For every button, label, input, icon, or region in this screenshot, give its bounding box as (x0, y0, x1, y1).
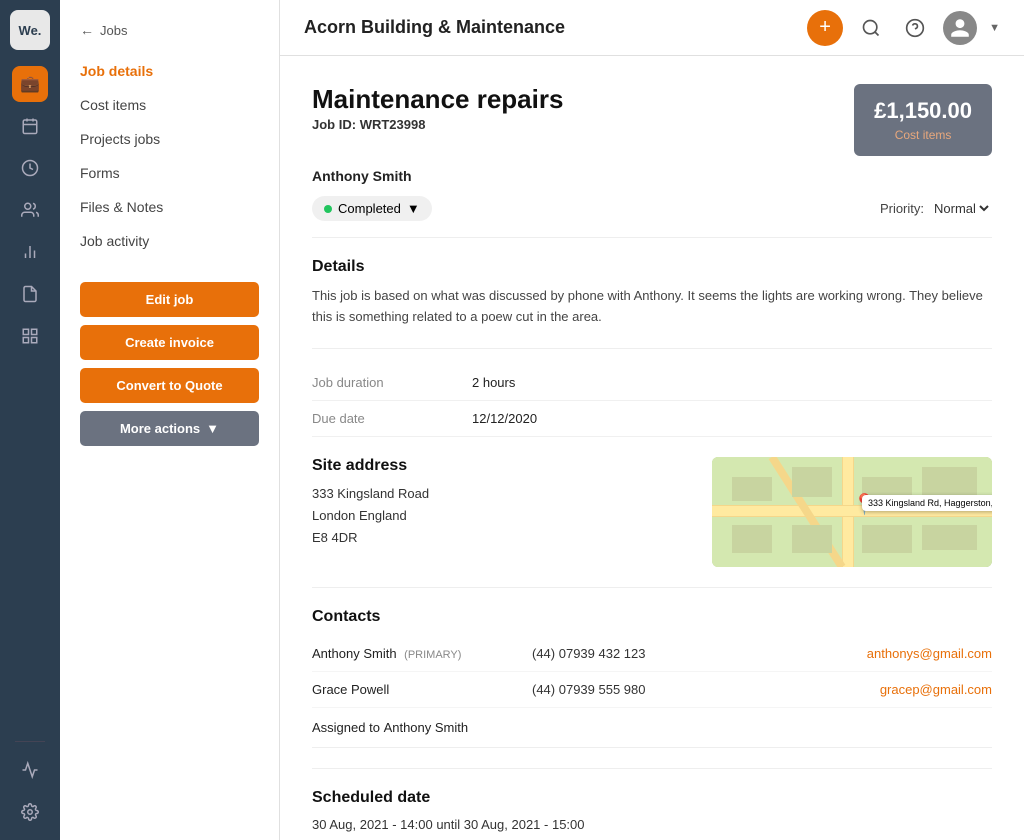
status-badge[interactable]: Completed ▼ (312, 196, 432, 221)
job-title-section: Maintenance repairs Job ID: WRT23998 (312, 84, 563, 132)
nav-sidebar: ← Jobs Job details Cost items Projects j… (60, 0, 280, 840)
back-arrow-icon: ← (80, 22, 94, 38)
contact-1-name: Anthony Smith (PRIMARY) (312, 646, 532, 661)
scheduled-value: 30 Aug, 2021 - 14:00 until 30 Aug, 2021 … (312, 817, 992, 832)
cost-amount: £1,150.00 (874, 98, 972, 124)
details-section-title: Details (312, 258, 992, 276)
details-description: This job is based on what was discussed … (312, 286, 992, 328)
contact-row-2: Grace Powell (44) 07939 555 980 gracep@g… (312, 672, 992, 708)
priority-select[interactable]: Normal High Low (930, 200, 992, 217)
top-header: Acorn Building & Maintenance + ▼ (280, 0, 1024, 56)
contact-primary-badge: (PRIMARY) (404, 649, 461, 661)
contact-2-name: Grace Powell (312, 682, 532, 697)
avatar-chevron-icon[interactable]: ▼ (989, 22, 1000, 34)
site-section-title: Site address (312, 457, 688, 475)
contacts-section: Contacts Anthony Smith (PRIMARY) (44) 07… (312, 588, 992, 769)
calendar-icon[interactable] (12, 108, 48, 144)
duration-label: Job duration (312, 375, 472, 390)
nav-item-projects-jobs[interactable]: Projects jobs (60, 122, 279, 156)
action-buttons: Edit job Create invoice Convert to Quote… (60, 266, 279, 462)
job-header: Maintenance repairs Job ID: WRT23998 £1,… (312, 84, 992, 156)
contact-row-1: Anthony Smith (PRIMARY) (44) 07939 432 1… (312, 636, 992, 672)
site-address: 333 Kingsland Road London England E8 4DR (312, 483, 688, 549)
avatar[interactable] (943, 11, 977, 45)
contact-1-phone: (44) 07939 432 123 (532, 646, 867, 661)
status-label: Completed (338, 201, 401, 216)
nav-item-files-notes[interactable]: Files & Notes (60, 190, 279, 224)
nav-item-forms[interactable]: Forms (60, 156, 279, 190)
duration-value: 2 hours (472, 375, 515, 390)
status-row: Completed ▼ Priority: Normal High Low (312, 196, 992, 238)
assigned-to: Anthony Smith (384, 720, 469, 735)
site-line3: E8 4DR (312, 527, 688, 549)
briefcase-icon[interactable]: 💼 (12, 66, 48, 102)
due-value: 12/12/2020 (472, 411, 537, 426)
back-to-jobs[interactable]: ← Jobs (60, 16, 279, 44)
priority-label: Priority: (880, 201, 924, 216)
cost-box: £1,150.00 Cost items (854, 84, 992, 156)
more-actions-label: More actions (120, 421, 200, 436)
job-id-label: Job ID: (312, 117, 356, 132)
help-icon[interactable] (899, 12, 931, 44)
contact-2-phone: (44) 07939 555 980 (532, 682, 880, 697)
status-dot (324, 205, 332, 213)
header-icons: + ▼ (807, 10, 1000, 46)
nav-item-job-details[interactable]: Job details (60, 54, 279, 88)
due-label: Due date (312, 411, 472, 426)
site-map[interactable]: 📍 333 Kingsland Rd, Haggerston, London..… (712, 457, 992, 567)
create-invoice-button[interactable]: Create invoice (80, 325, 259, 360)
site-info: Site address 333 Kingsland Road London E… (312, 457, 688, 549)
site-section: Site address 333 Kingsland Road London E… (312, 437, 992, 588)
site-line2: London England (312, 505, 688, 527)
more-actions-button[interactable]: More actions ▼ (80, 411, 259, 446)
contact-2-email[interactable]: gracep@gmail.com (880, 682, 992, 697)
cost-items-link[interactable]: Cost items (874, 128, 972, 142)
nav-item-job-activity[interactable]: Job activity (60, 224, 279, 258)
client-name: Anthony Smith (312, 168, 992, 184)
contacts-title: Contacts (312, 608, 992, 626)
back-label: Jobs (100, 23, 127, 38)
add-button[interactable]: + (807, 10, 843, 46)
chevron-down-icon: ▼ (206, 421, 219, 436)
company-name: Acorn Building & Maintenance (304, 17, 791, 38)
clock-icon[interactable] (12, 150, 48, 186)
content-area: Maintenance repairs Job ID: WRT23998 £1,… (280, 56, 1024, 840)
detail-duration-row: Job duration 2 hours (312, 365, 992, 401)
assigned-row: Assigned to Anthony Smith (312, 708, 992, 748)
job-title: Maintenance repairs (312, 84, 563, 115)
document-icon[interactable] (12, 276, 48, 312)
scheduled-section: Scheduled date 30 Aug, 2021 - 14:00 unti… (312, 769, 992, 840)
details-grid: Job duration 2 hours Due date 12/12/2020 (312, 348, 992, 437)
assigned-label: Assigned to (312, 720, 380, 735)
search-icon[interactable] (855, 12, 887, 44)
scheduled-title: Scheduled date (312, 789, 992, 807)
site-line1: 333 Kingsland Road (312, 483, 688, 505)
settings-icon[interactable] (12, 794, 48, 830)
map-tooltip: 333 Kingsland Rd, Haggerston, London... (862, 495, 992, 511)
app-logo: We. (10, 10, 50, 50)
job-id-value: WRT23998 (360, 117, 426, 132)
map-background: 📍 333 Kingsland Rd, Haggerston, London..… (712, 457, 992, 567)
priority-section: Priority: Normal High Low (880, 200, 992, 217)
grid-icon[interactable] (12, 318, 48, 354)
edit-job-button[interactable]: Edit job (80, 282, 259, 317)
icon-sidebar: We. 💼 (0, 0, 60, 840)
nav-item-cost-items[interactable]: Cost items (60, 88, 279, 122)
detail-due-row: Due date 12/12/2020 (312, 401, 992, 437)
contact-1-email[interactable]: anthonys@gmail.com (867, 646, 992, 661)
job-id: Job ID: WRT23998 (312, 117, 563, 132)
users-icon[interactable] (12, 192, 48, 228)
convert-to-quote-button[interactable]: Convert to Quote (80, 368, 259, 403)
chart-icon[interactable] (12, 234, 48, 270)
main-area: Acorn Building & Maintenance + ▼ Mainten… (280, 0, 1024, 840)
analytics2-icon[interactable] (12, 752, 48, 788)
status-chevron-icon: ▼ (407, 201, 420, 216)
